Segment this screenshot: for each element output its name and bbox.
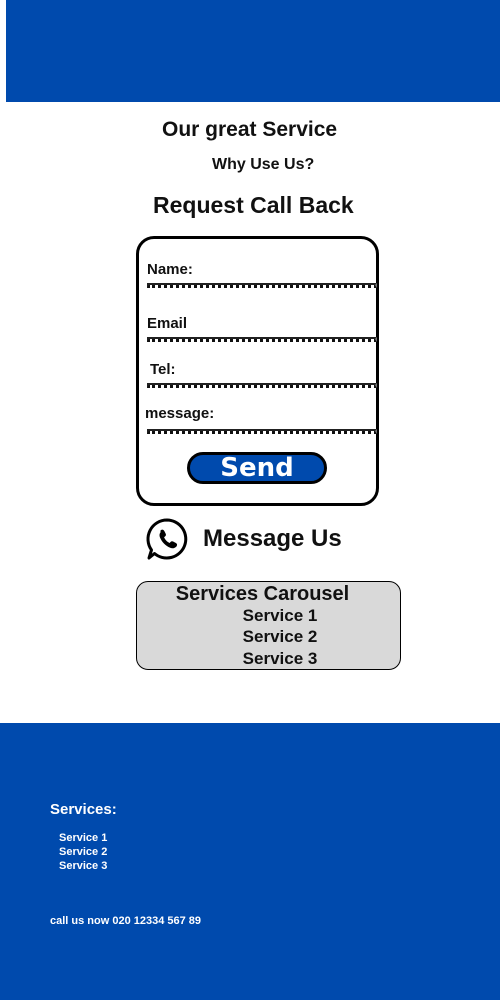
footer-services-list: Service 1 Service 2 Service 3 [59, 831, 107, 873]
tel-field[interactable] [147, 383, 377, 388]
header-bar [6, 0, 500, 102]
services-carousel[interactable]: Services Carousel Service 1 Service 2 Se… [136, 581, 401, 670]
page-title: Our great Service [162, 118, 338, 141]
message-field[interactable] [147, 429, 377, 434]
name-field[interactable] [147, 283, 377, 288]
footer-service-link[interactable]: Service 3 [59, 859, 107, 873]
send-button[interactable]: Send [187, 452, 327, 484]
name-label: Name: [147, 261, 193, 278]
footer-service-link[interactable]: Service 1 [59, 831, 107, 845]
why-use-us-link[interactable]: Why Use Us? [212, 156, 314, 174]
carousel-item[interactable]: Service 3 [137, 649, 423, 669]
request-call-back-heading: Request Call Back [153, 192, 354, 218]
email-field[interactable] [147, 337, 377, 342]
footer: Services: Service 1 Service 2 Service 3 … [0, 723, 500, 1000]
message-us-link[interactable]: Message Us [145, 517, 342, 561]
carousel-item[interactable]: Service 2 [137, 627, 423, 647]
call-us-text[interactable]: call us now 020 12334 567 89 [50, 915, 201, 927]
footer-service-link[interactable]: Service 2 [59, 845, 107, 859]
message-label: message: [145, 405, 215, 422]
carousel-title: Services Carousel [175, 583, 350, 605]
carousel-item[interactable]: Service 1 [137, 606, 423, 626]
message-us-label: Message Us [203, 525, 342, 552]
whatsapp-icon [145, 517, 189, 561]
email-label: Email [147, 315, 188, 332]
callback-form: Name: Email Tel: message: Send [136, 236, 379, 506]
tel-label: Tel: [150, 361, 176, 378]
footer-services-heading: Services: [50, 801, 117, 818]
